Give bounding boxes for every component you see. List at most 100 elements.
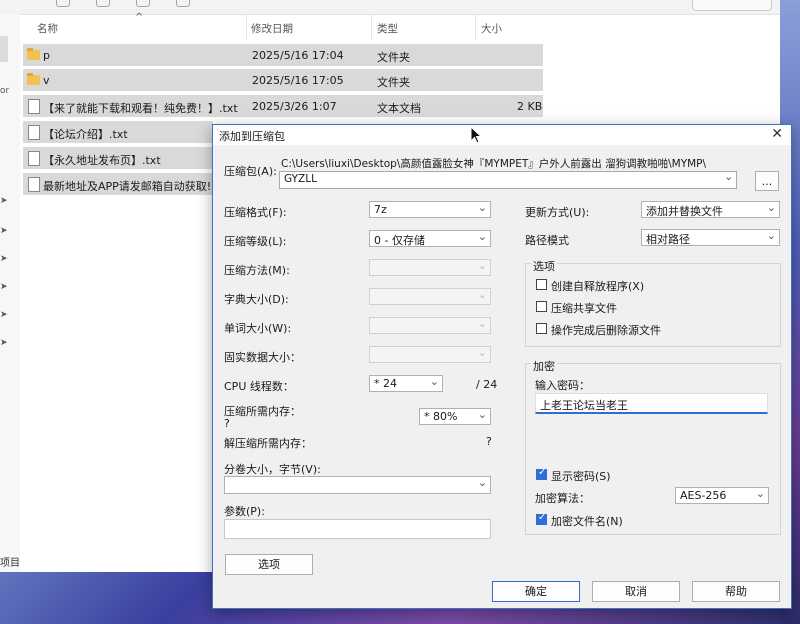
nav-selected-item[interactable] bbox=[0, 36, 8, 62]
chevron-down-icon: ⌄ bbox=[477, 317, 487, 330]
column-header-row: 名称 ^ 修改日期 类型 大小 bbox=[21, 12, 541, 40]
archive-name-value: GYZLL bbox=[284, 173, 317, 185]
file-name: 【来了就能下载和观看！纯免费！】.txt bbox=[43, 102, 238, 115]
toolbar-icon[interactable] bbox=[96, 0, 110, 7]
chevron-down-icon: ⌄ bbox=[766, 229, 776, 242]
chevron-down-icon: ⌄ bbox=[477, 259, 487, 272]
show-password-checkbox[interactable] bbox=[536, 467, 547, 480]
update-value: 添加并替换文件 bbox=[646, 205, 723, 218]
nav-item-fragment[interactable]: or bbox=[0, 86, 9, 96]
archive-name-input[interactable]: GYZLL ⌄ bbox=[279, 171, 737, 189]
status-bar-item-count: 项目 bbox=[0, 558, 20, 569]
params-input[interactable] bbox=[224, 519, 491, 539]
mouse-cursor-icon bbox=[470, 126, 482, 144]
delete-after-checkbox[interactable] bbox=[536, 323, 547, 334]
method-label: 压缩方法(M): bbox=[224, 264, 290, 277]
chevron-down-icon: ⌄ bbox=[755, 487, 765, 500]
shared-files-label[interactable]: 压缩共享文件 bbox=[551, 300, 617, 316]
file-name: 最新地址及APP请发邮箱自动获取! bbox=[43, 180, 212, 193]
column-date[interactable]: 修改日期 bbox=[251, 21, 293, 36]
encrypt-names-label[interactable]: 加密文件名(N) bbox=[551, 513, 623, 529]
text-file-icon bbox=[28, 177, 40, 192]
file-row[interactable]: p 2025/5/16 17:04 文件夹 bbox=[23, 44, 543, 66]
cpu-label: CPU 线程数： bbox=[224, 380, 294, 393]
add-to-archive-dialog: 添加到压缩包 ✕ 压缩包(A): C:\Users\liuxi\Desktop\… bbox=[212, 124, 792, 609]
mem-label: 压缩所需内存： bbox=[224, 405, 301, 418]
toolbar-icon[interactable] bbox=[176, 0, 190, 7]
sfx-label[interactable]: 创建自释放程序(X) bbox=[551, 278, 644, 294]
folder-icon bbox=[27, 48, 40, 60]
close-icon[interactable]: ✕ bbox=[771, 126, 783, 142]
file-size: 2 KB bbox=[517, 100, 543, 113]
pin-icon: ➤ bbox=[0, 282, 8, 292]
format-label: 压缩格式(F): bbox=[224, 206, 287, 219]
split-label: 分卷大小，字节(V): bbox=[224, 463, 321, 476]
file-row[interactable]: 【来了就能下载和观看！纯免费！】.txt 2025/3/26 1:07 文本文档… bbox=[23, 95, 543, 117]
path-value: 相对路径 bbox=[646, 233, 690, 246]
path-mode-label: 路径模式 bbox=[525, 234, 569, 247]
file-name: v bbox=[43, 74, 50, 87]
password-label: 输入密码： bbox=[535, 379, 590, 392]
details-pane-button[interactable] bbox=[692, 0, 772, 11]
file-date: 2025/5/16 17:05 bbox=[252, 74, 344, 87]
help-button[interactable]: 帮助 bbox=[692, 581, 780, 602]
encryption-method-value: AES-256 bbox=[680, 489, 727, 502]
word-select: ⌄ bbox=[369, 317, 491, 334]
encryption-method-select[interactable]: AES-256 ⌄ bbox=[675, 487, 769, 504]
chevron-down-icon[interactable]: ⌄ bbox=[724, 172, 733, 183]
level-select[interactable]: 0 - 仅存储 ⌄ bbox=[369, 230, 491, 247]
dialog-title: 添加到压缩包 bbox=[219, 130, 285, 143]
delete-after-label[interactable]: 操作完成后删除源文件 bbox=[551, 322, 661, 338]
password-input[interactable]: 上老王论坛当老王 bbox=[535, 393, 768, 414]
chevron-down-icon: ⌄ bbox=[766, 201, 776, 214]
file-name: 【永久地址发布页】.txt bbox=[43, 154, 161, 167]
encrypt-names-checkbox[interactable] bbox=[536, 512, 547, 525]
file-row[interactable]: v 2025/5/16 17:05 文件夹 bbox=[23, 69, 543, 91]
show-password-label[interactable]: 显示密码(S) bbox=[551, 468, 611, 484]
text-file-icon bbox=[28, 99, 40, 114]
ok-button[interactable]: 确定 bbox=[492, 581, 580, 602]
word-label: 单词大小(W): bbox=[224, 322, 292, 335]
update-mode-select[interactable]: 添加并替换文件 ⌄ bbox=[641, 201, 780, 218]
text-file-icon bbox=[28, 125, 40, 140]
cpu-threads-select[interactable]: * 24 ⌄ bbox=[369, 375, 443, 392]
column-size[interactable]: 大小 bbox=[481, 21, 502, 36]
cancel-button[interactable]: 取消 bbox=[592, 581, 680, 602]
path-mode-select[interactable]: 相对路径 ⌄ bbox=[641, 229, 780, 246]
chevron-down-icon: ⌄ bbox=[429, 375, 439, 388]
method-select: ⌄ bbox=[369, 259, 491, 276]
solid-select: ⌄ bbox=[369, 346, 491, 363]
options-group-title: 选项 bbox=[531, 258, 557, 274]
decompress-mem-question: ? bbox=[486, 435, 492, 448]
toolbar-icon[interactable] bbox=[56, 0, 70, 7]
chevron-down-icon: ⌄ bbox=[477, 346, 487, 359]
file-row[interactable]: 最新地址及APP请发邮箱自动获取! bbox=[23, 173, 213, 195]
file-name: p bbox=[43, 49, 50, 62]
column-type[interactable]: 类型 bbox=[377, 21, 398, 36]
file-type: 文件夹 bbox=[377, 76, 410, 89]
text-file-icon bbox=[28, 151, 40, 166]
dict-select: ⌄ bbox=[369, 288, 491, 305]
update-label: 更新方式(U): bbox=[525, 206, 590, 219]
mem-select[interactable]: * 80% ⌄ bbox=[419, 408, 491, 425]
pin-icon: ➤ bbox=[0, 338, 8, 348]
chevron-down-icon: ⌄ bbox=[477, 408, 487, 421]
archive-path: C:\Users\liuxi\Desktop\高颜值露脸女神『MYMPET』户外… bbox=[281, 158, 707, 170]
cpu-value: * 24 bbox=[374, 377, 397, 390]
explorer-toolbar bbox=[0, 0, 780, 15]
sfx-checkbox[interactable] bbox=[536, 279, 547, 290]
shared-files-checkbox[interactable] bbox=[536, 301, 547, 312]
file-type: 文本文档 bbox=[377, 102, 421, 115]
file-row[interactable]: 【论坛介绍】.txt bbox=[23, 121, 213, 143]
chevron-down-icon: ⌄ bbox=[477, 476, 487, 489]
format-select[interactable]: 7z ⌄ bbox=[369, 201, 491, 218]
options-button[interactable]: 选项 bbox=[225, 554, 313, 575]
file-row[interactable]: 【永久地址发布页】.txt bbox=[23, 147, 213, 169]
split-volume-select[interactable]: ⌄ bbox=[224, 476, 491, 494]
sort-chevron-icon: ^ bbox=[135, 12, 144, 23]
level-label: 压缩等级(L): bbox=[224, 235, 287, 248]
column-name[interactable]: 名称 bbox=[37, 21, 58, 36]
browse-button[interactable]: ... bbox=[755, 171, 779, 191]
navigation-pane: or ➤ ➤ ➤ ➤ ➤ ➤ bbox=[0, 14, 20, 572]
toolbar-icon[interactable] bbox=[136, 0, 150, 7]
